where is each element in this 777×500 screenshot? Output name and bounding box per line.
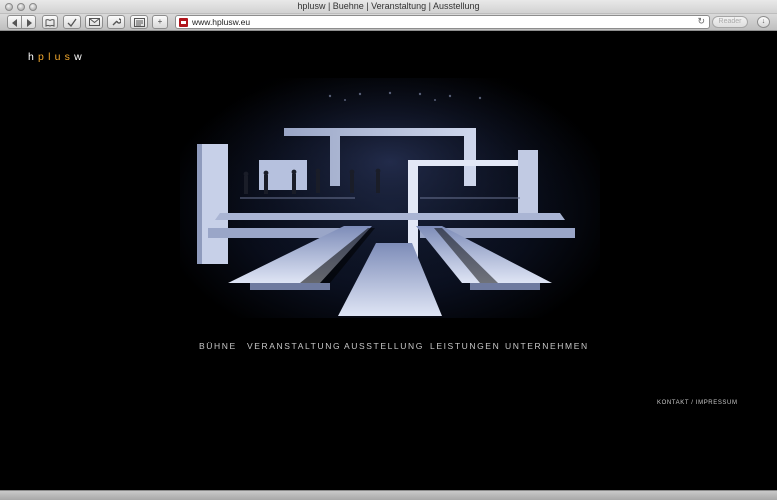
- address-bar[interactable]: www.hplusw.eu ↻: [175, 15, 710, 29]
- newspaper-icon: [133, 18, 145, 27]
- main-navigation: BÜHNE VERANSTALTUNG AUSSTELLUNG LEISTUNG…: [0, 341, 777, 353]
- mail-button[interactable]: [85, 15, 103, 29]
- back-button[interactable]: [7, 15, 22, 29]
- checkmark-icon: [67, 18, 77, 28]
- browser-statusbar: [0, 490, 777, 500]
- bookmarks-button[interactable]: [42, 15, 58, 29]
- forward-button[interactable]: [22, 15, 36, 29]
- window-title: hplusw | Buehne | Veranstaltung | Ausste…: [297, 1, 480, 11]
- envelope-icon: [88, 18, 100, 26]
- wrench-icon: [112, 18, 122, 26]
- hero-stage-image: [180, 78, 600, 318]
- nav-item-veranstaltung[interactable]: VERANSTALTUNG: [247, 341, 341, 351]
- logo-w: w: [74, 51, 86, 63]
- reader-button[interactable]: Reader: [712, 16, 748, 28]
- browser-toolbar: + www.hplusw.eu ↻ Reader ↓: [0, 14, 777, 31]
- history-button[interactable]: [63, 15, 81, 29]
- footer-separator: /: [691, 400, 694, 406]
- download-arrow-icon[interactable]: ↓: [757, 16, 770, 28]
- back-arrow-icon: [11, 19, 17, 27]
- nav-item-leistungen[interactable]: LEISTUNGEN: [430, 341, 500, 351]
- footer-links: KONTAKT / IMPRESSUM: [657, 400, 738, 406]
- new-tab-button[interactable]: +: [152, 15, 168, 29]
- url-text[interactable]: www.hplusw.eu: [192, 17, 250, 27]
- window-titlebar: hplusw | Buehne | Veranstaltung | Ausste…: [0, 0, 777, 14]
- nav-item-ausstellung[interactable]: AUSSTELLUNG: [344, 341, 424, 351]
- logo-h: h: [28, 51, 39, 63]
- open-book-icon: [45, 19, 55, 27]
- forward-arrow-icon: [26, 19, 32, 27]
- contact-link[interactable]: KONTAKT: [657, 400, 689, 406]
- site-favicon: [179, 18, 188, 27]
- tools-button[interactable]: [107, 15, 125, 29]
- nav-item-unternehmen[interactable]: UNTERNEHMEN: [505, 341, 589, 351]
- reload-icon[interactable]: ↻: [697, 16, 705, 27]
- imprint-link[interactable]: IMPRESSUM: [696, 400, 738, 406]
- news-button[interactable]: [130, 15, 148, 29]
- site-logo[interactable]: hplusw: [28, 51, 86, 63]
- stage-photo: [180, 78, 600, 318]
- nav-item-buehne[interactable]: BÜHNE: [199, 341, 237, 351]
- logo-plus: plus: [38, 51, 75, 63]
